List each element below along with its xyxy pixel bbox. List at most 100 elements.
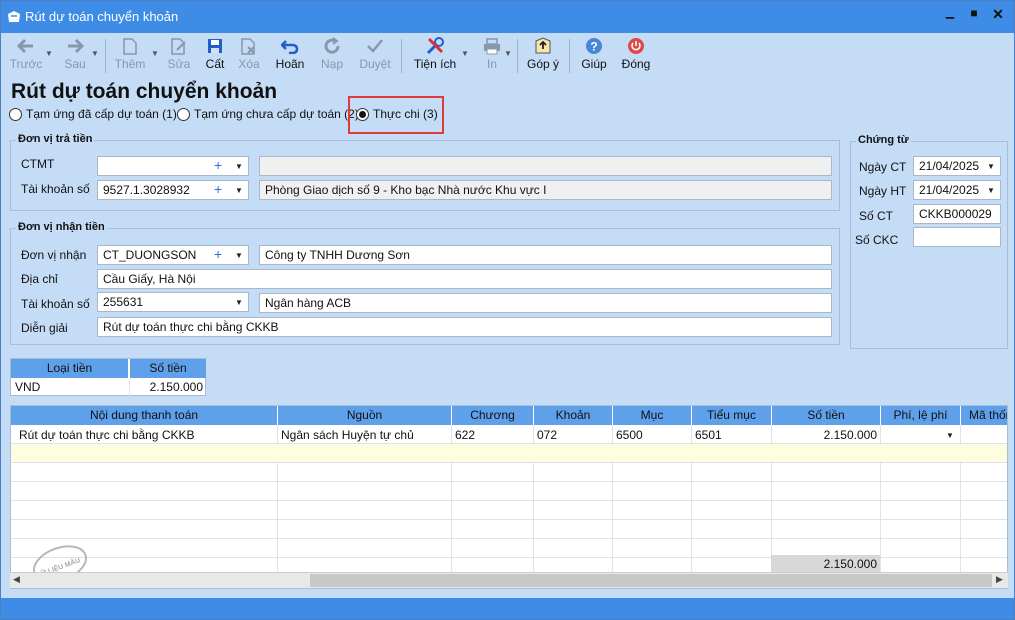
voucher-no-input[interactable]: CKKB000029 [913, 204, 1001, 224]
help-button[interactable]: ? Giúp [579, 35, 609, 75]
app-window: Rút dự toán chuyển khoản ▁ ■ ✕ Trước ▼ S… [0, 0, 1015, 620]
payer-account-description: Phòng Giao dịch số 9 - Kho bạc Nhà nước … [259, 180, 832, 200]
horizontal-scrollbar[interactable]: ◀ ▶ [10, 572, 1008, 588]
table-row-new[interactable] [11, 444, 1007, 463]
table-row[interactable] [11, 501, 1007, 520]
ckc-no-input[interactable] [913, 227, 1001, 247]
payee-account-label: Tài khoản số [21, 297, 90, 311]
address-input[interactable]: Cầu Giấy, Hà Nội [97, 269, 832, 289]
utilities-dropdown-icon[interactable]: ▼ [461, 49, 469, 58]
delete-label: Xóa [238, 57, 260, 71]
option-advance-allocated[interactable]: Tạm ứng đã cấp dự toán (1) [9, 107, 177, 121]
table-row[interactable] [11, 463, 1007, 482]
print-button[interactable]: In [479, 35, 505, 75]
chevron-down-icon[interactable]: ▼ [235, 186, 243, 195]
payee-account-input[interactable]: 255631 [97, 292, 249, 312]
chapter-cell[interactable]: 622 [455, 426, 475, 444]
add-button[interactable]: Thêm [113, 35, 147, 75]
column-header[interactable]: Số tiền [129, 359, 206, 378]
next-dropdown-icon[interactable]: ▼ [91, 49, 99, 58]
load-label: Nạp [320, 57, 343, 71]
option-advance-unallocated[interactable]: Tạm ứng chưa cấp dự toán (2) [177, 107, 359, 121]
title-bar: Rút dự toán chuyển khoản ▁ ■ ✕ [1, 1, 1014, 33]
subitem-cell[interactable]: 6501 [695, 426, 722, 444]
print-dropdown-icon[interactable]: ▼ [504, 49, 512, 58]
close-form-button[interactable]: Đóng [619, 35, 653, 75]
column-header[interactable]: Chương [451, 406, 533, 425]
bank-input[interactable]: Ngân hàng ACB [259, 293, 832, 313]
toolbar: Trước ▼ Sau ▼ Thêm ▼ Sửa Cất Xóa Hoãn Nạ… [1, 33, 1014, 77]
address-label: Địa chỉ [21, 272, 58, 286]
printer-icon [484, 37, 500, 54]
chevron-down-icon[interactable]: ▼ [235, 162, 243, 171]
next-button[interactable]: Sau [61, 35, 89, 75]
column-header[interactable]: Nội dung thanh toán [11, 406, 277, 425]
close-button[interactable]: ✕ [987, 6, 1009, 26]
table-row[interactable] [11, 520, 1007, 539]
help-icon: ? [586, 38, 602, 54]
back-dropdown-icon[interactable]: ▼ [45, 49, 53, 58]
item-cell[interactable]: 6500 [616, 426, 643, 444]
scroll-left-icon[interactable]: ◀ [13, 574, 20, 585]
save-button[interactable]: Cất [201, 35, 229, 75]
chevron-down-icon[interactable]: ▼ [987, 162, 995, 171]
column-header[interactable]: Khoản [533, 406, 612, 425]
delete-button[interactable]: Xóa [235, 35, 263, 75]
check-icon [367, 39, 383, 53]
back-button[interactable]: Trước [9, 35, 43, 75]
add-dropdown-icon[interactable]: ▼ [151, 49, 159, 58]
toolbar-separator [401, 39, 402, 73]
load-button[interactable]: Nạp [317, 35, 347, 75]
undo-button[interactable]: Hoãn [273, 35, 307, 75]
chevron-down-icon[interactable]: ▼ [235, 298, 243, 307]
scrollbar-thumb[interactable] [310, 574, 992, 587]
utilities-button[interactable]: Tiện ích [411, 35, 459, 75]
refresh-icon [324, 37, 340, 54]
payee-unit-input[interactable]: CT_DUONGSON [97, 245, 249, 265]
payee-name-input[interactable]: Công ty TNHH Dương Sơn [259, 245, 832, 265]
column-header[interactable]: Nguồn [277, 406, 451, 425]
toolbar-separator [569, 39, 570, 73]
arrow-right-icon [68, 38, 84, 54]
payer-account-label: Tài khoản số [21, 182, 90, 196]
total-cell: 2.150.000 [771, 555, 880, 573]
date-ct-label: Ngày CT [859, 160, 907, 174]
description-input[interactable]: Rút dự toán thực chi bằng CKKB [97, 317, 832, 337]
table-row[interactable] [11, 482, 1007, 501]
column-header[interactable]: Số tiền [771, 406, 880, 425]
plus-icon[interactable]: + [214, 181, 222, 197]
chevron-down-icon[interactable]: ▼ [987, 186, 995, 195]
column-header[interactable]: Loại tiền [11, 359, 128, 378]
content-cell[interactable]: Rút dự toán thực chi bằng CKKB [19, 426, 195, 444]
maximize-button[interactable]: ■ [963, 6, 985, 26]
section-cell[interactable]: 072 [537, 426, 557, 444]
detail-grid: Nội dung thanh toán Nguồn Chương Khoản M… [10, 405, 1008, 589]
column-header[interactable]: Mục [612, 406, 691, 425]
column-header[interactable]: Mã thốn [960, 406, 1007, 425]
minimize-button[interactable]: ▁ [939, 6, 961, 26]
plus-icon[interactable]: + [214, 246, 222, 262]
tools-icon [426, 37, 444, 55]
plus-icon[interactable]: + [214, 157, 222, 173]
ctmt-input[interactable] [97, 156, 249, 176]
column-header[interactable]: Phí, lệ phí [880, 406, 960, 425]
feedback-button[interactable]: Góp ý [525, 35, 561, 75]
payer-account-input[interactable]: 9527.1.3028932 [97, 180, 249, 200]
scroll-right-icon[interactable]: ▶ [996, 574, 1003, 585]
source-cell[interactable]: Ngân sách Huyện tự chủ [281, 426, 414, 444]
column-header[interactable]: Tiểu mục [691, 406, 771, 425]
approve-button[interactable]: Duyệt [357, 35, 393, 75]
amount-cell[interactable]: 2.150.000 [129, 378, 205, 396]
power-icon [628, 38, 644, 54]
undo-icon [281, 40, 299, 54]
currency-cell[interactable]: VND [15, 378, 40, 396]
edit-icon [171, 37, 186, 55]
toolbar-separator [105, 39, 106, 73]
amount-cell[interactable]: 2.150.000 [775, 426, 877, 444]
approve-label: Duyệt [359, 57, 391, 71]
chevron-down-icon[interactable]: ▼ [946, 431, 954, 440]
payer-legend: Đơn vị trả tiền [16, 133, 95, 145]
edit-button[interactable]: Sửa [165, 35, 193, 75]
table-row[interactable]: Rút dự toán thực chi bằng CKKB Ngân sách… [11, 425, 1007, 444]
chevron-down-icon[interactable]: ▼ [235, 251, 243, 260]
